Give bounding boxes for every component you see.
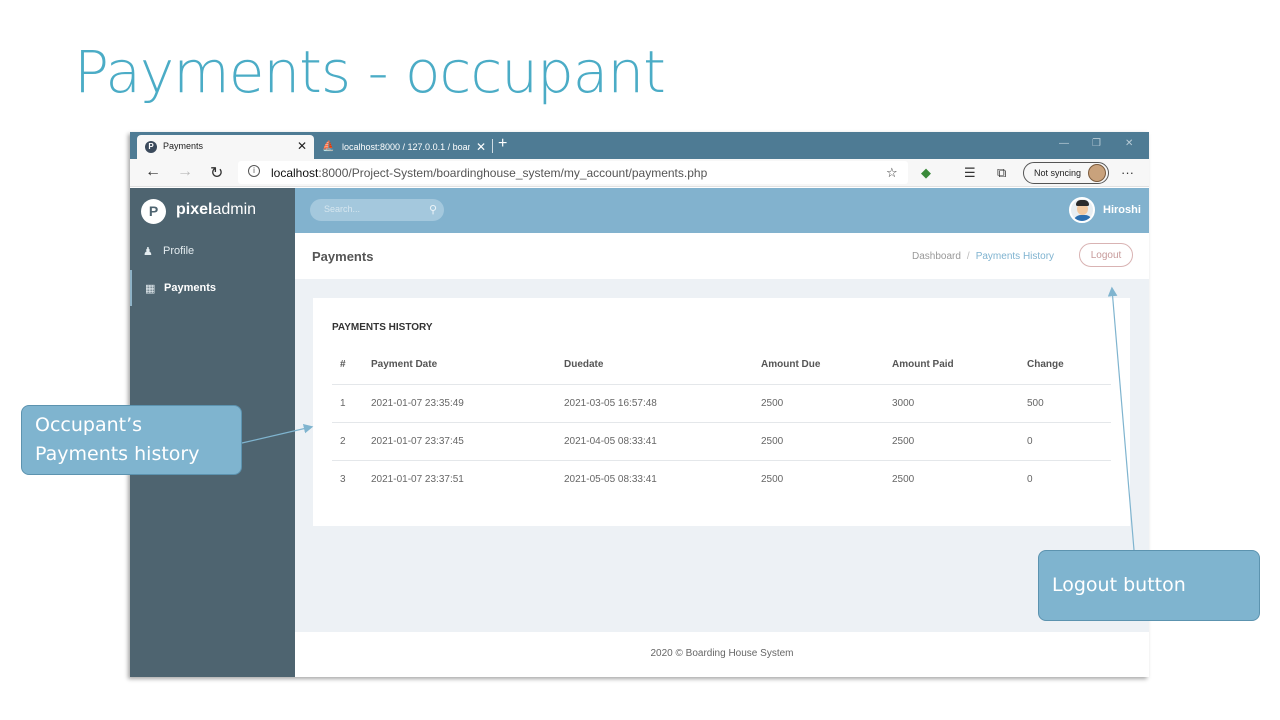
table-cell: 3: [340, 473, 346, 485]
minimize-icon[interactable]: —: [1059, 138, 1069, 149]
column-header: Amount Paid: [884, 346, 1019, 385]
favorites-list-icon[interactable]: ☰: [964, 165, 976, 181]
content-area: PAYMENTS HISTORY # Payment Date Duedate …: [295, 279, 1149, 632]
footer: 2020 © Boarding House System: [295, 632, 1149, 677]
phpmyadmin-favicon-icon: ⛵: [322, 141, 335, 152]
profile-sync-button[interactable]: Not syncing: [1023, 162, 1109, 184]
table-cell: 2021-04-05 08:33:41: [556, 422, 753, 461]
logout-button-callout: Logout button: [1038, 550, 1260, 621]
app: P pixeladmin ♟ Profile ▦ Payments Search…: [130, 188, 1149, 677]
avatar-hair: [1076, 200, 1089, 206]
callout-line: Occupant’s: [35, 414, 143, 436]
column-header: #: [332, 346, 363, 385]
table-row: 2 2021-01-07 23:37:45 2021-04-05 08:33:4…: [332, 422, 1111, 461]
column-header: Change: [1019, 346, 1111, 385]
close-window-icon[interactable]: ✕: [1125, 138, 1133, 149]
callout-line: Payments history: [35, 443, 200, 465]
payments-card: PAYMENTS HISTORY # Payment Date Duedate …: [313, 298, 1130, 526]
column-header: Duedate: [556, 346, 753, 385]
user-name[interactable]: Hiroshi: [1103, 204, 1141, 216]
table-cell: 0: [1027, 473, 1033, 485]
address-bar: ← → ↻ i localhost:8000/Project-System/bo…: [130, 159, 1149, 187]
logo-text-light: admin: [212, 201, 257, 218]
user-icon: ♟: [143, 246, 153, 258]
profile-avatar: [1088, 164, 1106, 182]
table-cell: 2: [332, 422, 363, 461]
column-header: Payment Date: [363, 346, 556, 385]
table-cell: 2500: [884, 422, 1019, 461]
table-cell: 2021-01-07 23:35:49: [363, 384, 556, 423]
collections-icon[interactable]: ⧉: [997, 165, 1006, 181]
table-cell: 2500: [892, 473, 915, 485]
table-cell: 500: [1019, 384, 1111, 423]
avatar-shirt: [1073, 215, 1093, 221]
table-icon: ▦: [145, 283, 156, 295]
extension-icon[interactable]: ◆: [921, 165, 931, 181]
table-cell: 2500: [761, 473, 784, 485]
info-icon[interactable]: i: [248, 165, 260, 177]
back-icon[interactable]: ←: [145, 163, 161, 181]
page-header: Payments Dashboard / Payments History Logo…: [295, 233, 1149, 279]
logo-icon: P: [141, 199, 166, 224]
table-header-row: # Payment Date Duedate Amount Due Amount…: [332, 346, 1111, 385]
table-cell: 3000: [884, 384, 1019, 423]
user-avatar[interactable]: [1069, 197, 1095, 223]
table-cell: 1: [332, 384, 363, 423]
table-cell: 0: [1019, 422, 1111, 461]
slide-title: Payments - occupant: [74, 38, 666, 106]
search-placeholder: Search...: [324, 204, 361, 214]
footer-text: 2020 © Boarding House System: [650, 648, 794, 659]
sidebar-item-label: Profile: [163, 245, 195, 257]
table-cell: 2021-01-07 23:37:45: [363, 422, 556, 461]
breadcrumb-current: Payments History: [975, 251, 1055, 262]
breadcrumb-dashboard[interactable]: Dashboard: [912, 251, 961, 262]
forward-icon[interactable]: →: [177, 163, 193, 181]
page-title: Payments: [312, 249, 374, 264]
table-cell: 2021-05-05 08:33:41: [564, 473, 657, 485]
table-cell: 2021-01-07 23:37:51: [371, 473, 464, 485]
card-title: PAYMENTS HISTORY: [332, 322, 433, 333]
browser-window: P Payments ✕ ⛵ localhost:8000 / 127.0.0.…: [130, 132, 1149, 677]
close-tab-icon[interactable]: ✕: [476, 140, 486, 154]
tab-phpmyadmin[interactable]: ⛵ localhost:8000 / 127.0.0.1 / boardingh…: [320, 137, 488, 157]
logo-text: pixeladmin: [176, 201, 256, 219]
close-tab-icon[interactable]: ✕: [297, 139, 307, 153]
sidebar-item-profile[interactable]: ♟ Profile: [130, 233, 295, 269]
column-header: Amount Due: [753, 346, 884, 385]
top-navbar: Search... ⚲ Hiroshi: [295, 188, 1149, 233]
table-cell: 2500: [753, 422, 884, 461]
url-path: :8000/Project-System/boardinghouse_syste…: [318, 166, 708, 180]
tab-separator: [492, 139, 493, 153]
logo-text-bold: pixel: [176, 201, 213, 218]
sidebar-item-label: Payments: [164, 282, 216, 294]
url-text: localhost:8000/Project-System/boardingho…: [271, 166, 707, 180]
breadcrumb: Dashboard / Payments History: [912, 251, 1054, 262]
sync-label: Not syncing: [1034, 168, 1082, 178]
breadcrumb-separator: /: [966, 251, 970, 262]
tab-payments[interactable]: P Payments ✕: [137, 135, 314, 159]
sidebar-item-payments[interactable]: ▦ Payments: [130, 270, 295, 306]
logout-button[interactable]: Logout: [1079, 243, 1133, 267]
table-cell: 2021-03-05 16:57:48: [556, 384, 753, 423]
search-icon[interactable]: ⚲: [429, 203, 437, 216]
more-menu-icon[interactable]: ···: [1121, 165, 1134, 180]
logo[interactable]: P pixeladmin: [130, 188, 295, 233]
pixeladmin-favicon-icon: P: [145, 141, 157, 153]
tab-bar: P Payments ✕ ⛵ localhost:8000 / 127.0.0.…: [130, 132, 1149, 159]
table-cell: 2500: [753, 384, 884, 423]
search-input[interactable]: Search... ⚲: [310, 199, 444, 221]
favorite-star-icon[interactable]: ☆: [886, 165, 898, 181]
restore-icon[interactable]: ❐: [1092, 138, 1101, 149]
table-row: 3 2021-01-07 23:37:51 2021-05-05 08:33:4…: [332, 460, 1111, 498]
tab-label: localhost:8000 / 127.0.0.1 / boardinghou…: [342, 142, 470, 152]
url-field[interactable]: i localhost:8000/Project-System/boarding…: [238, 161, 908, 184]
url-host: localhost: [271, 166, 319, 180]
occupant-history-callout: Occupant’s Payments history: [21, 405, 242, 475]
tab-label: Payments: [163, 141, 204, 151]
payments-table: # Payment Date Duedate Amount Due Amount…: [332, 346, 1111, 498]
new-tab-button[interactable]: +: [498, 135, 507, 153]
table-row: 1 2021-01-07 23:35:49 2021-03-05 16:57:4…: [332, 384, 1111, 423]
refresh-icon[interactable]: ↻: [210, 163, 223, 183]
